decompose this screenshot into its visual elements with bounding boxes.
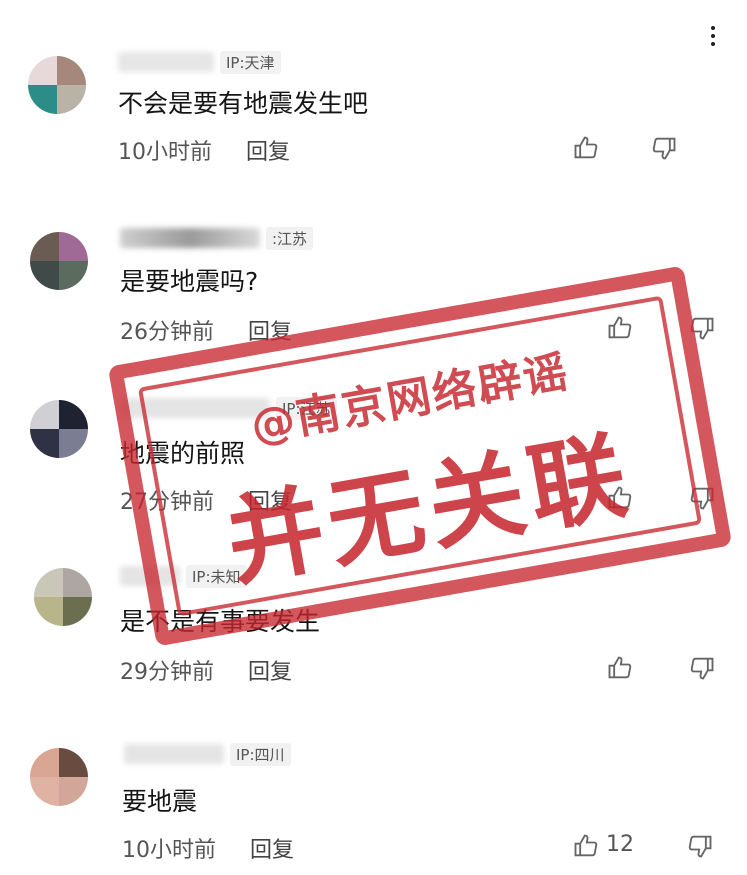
comment-meta: :江苏	[120, 226, 314, 250]
ip-location: IP:未知	[186, 564, 247, 588]
username-blurred[interactable]	[118, 52, 214, 72]
comment-time: 10小时前	[122, 838, 216, 863]
comment-text: 是不是有事要发生	[120, 607, 321, 636]
avatar[interactable]	[30, 400, 88, 458]
thumbs-up-icon[interactable]	[606, 484, 634, 512]
username-blurred[interactable]	[120, 566, 180, 586]
comment-time: 10小时前	[118, 140, 212, 165]
comment-text: 不会是要有地震发生吧	[118, 89, 369, 118]
comment-meta: IP:江苏	[120, 396, 337, 420]
thumbs-up-icon[interactable]	[606, 314, 634, 342]
avatar[interactable]	[28, 56, 86, 114]
thumbs-down-icon[interactable]	[688, 654, 716, 682]
username-blurred[interactable]	[120, 398, 270, 418]
ip-location: IP:四川	[230, 742, 291, 766]
ip-location: :江苏	[266, 226, 314, 250]
thumbs-down-icon[interactable]	[686, 832, 714, 860]
username-blurred[interactable]	[124, 744, 224, 764]
comment-footer: 27分钟前 回复	[120, 484, 292, 516]
reply-button[interactable]: 回复	[250, 832, 294, 864]
avatar[interactable]	[34, 568, 92, 626]
username-blurred[interactable]	[120, 228, 260, 248]
ip-location: IP:天津	[220, 50, 281, 74]
comment-time: 27分钟前	[120, 490, 214, 515]
more-options-icon[interactable]	[711, 22, 717, 50]
thumbs-down-icon[interactable]	[688, 314, 716, 342]
comment-meta: IP:天津	[118, 50, 281, 74]
comment-footer: 10小时前 回复	[122, 832, 294, 864]
thumbs-up-icon[interactable]	[572, 134, 600, 162]
reply-button[interactable]: 回复	[248, 314, 292, 346]
comment-text: 地震的前照	[120, 439, 246, 468]
comment-text: 是要地震吗?	[120, 267, 259, 296]
thumbs-down-icon[interactable]	[688, 484, 716, 512]
comment-footer: 10小时前 回复	[118, 134, 290, 166]
thumbs-down-icon[interactable]	[650, 134, 678, 162]
comment-meta: IP:未知	[120, 564, 247, 588]
comment-footer: 26分钟前 回复	[120, 314, 292, 346]
ip-location: IP:江苏	[276, 396, 337, 420]
reply-button[interactable]: 回复	[248, 484, 292, 516]
comment-footer: 29分钟前 回复	[120, 654, 292, 686]
reply-button[interactable]: 回复	[246, 134, 290, 166]
avatar[interactable]	[30, 232, 88, 290]
like-count: 12	[606, 832, 634, 857]
thumbs-up-icon[interactable]	[572, 832, 600, 860]
comment-time: 29分钟前	[120, 660, 214, 685]
avatar[interactable]	[30, 748, 88, 806]
thumbs-up-icon[interactable]	[606, 654, 634, 682]
comment-meta: IP:四川	[124, 742, 291, 766]
comment-time: 26分钟前	[120, 320, 214, 345]
comment-text: 要地震	[122, 787, 198, 816]
reply-button[interactable]: 回复	[248, 654, 292, 686]
